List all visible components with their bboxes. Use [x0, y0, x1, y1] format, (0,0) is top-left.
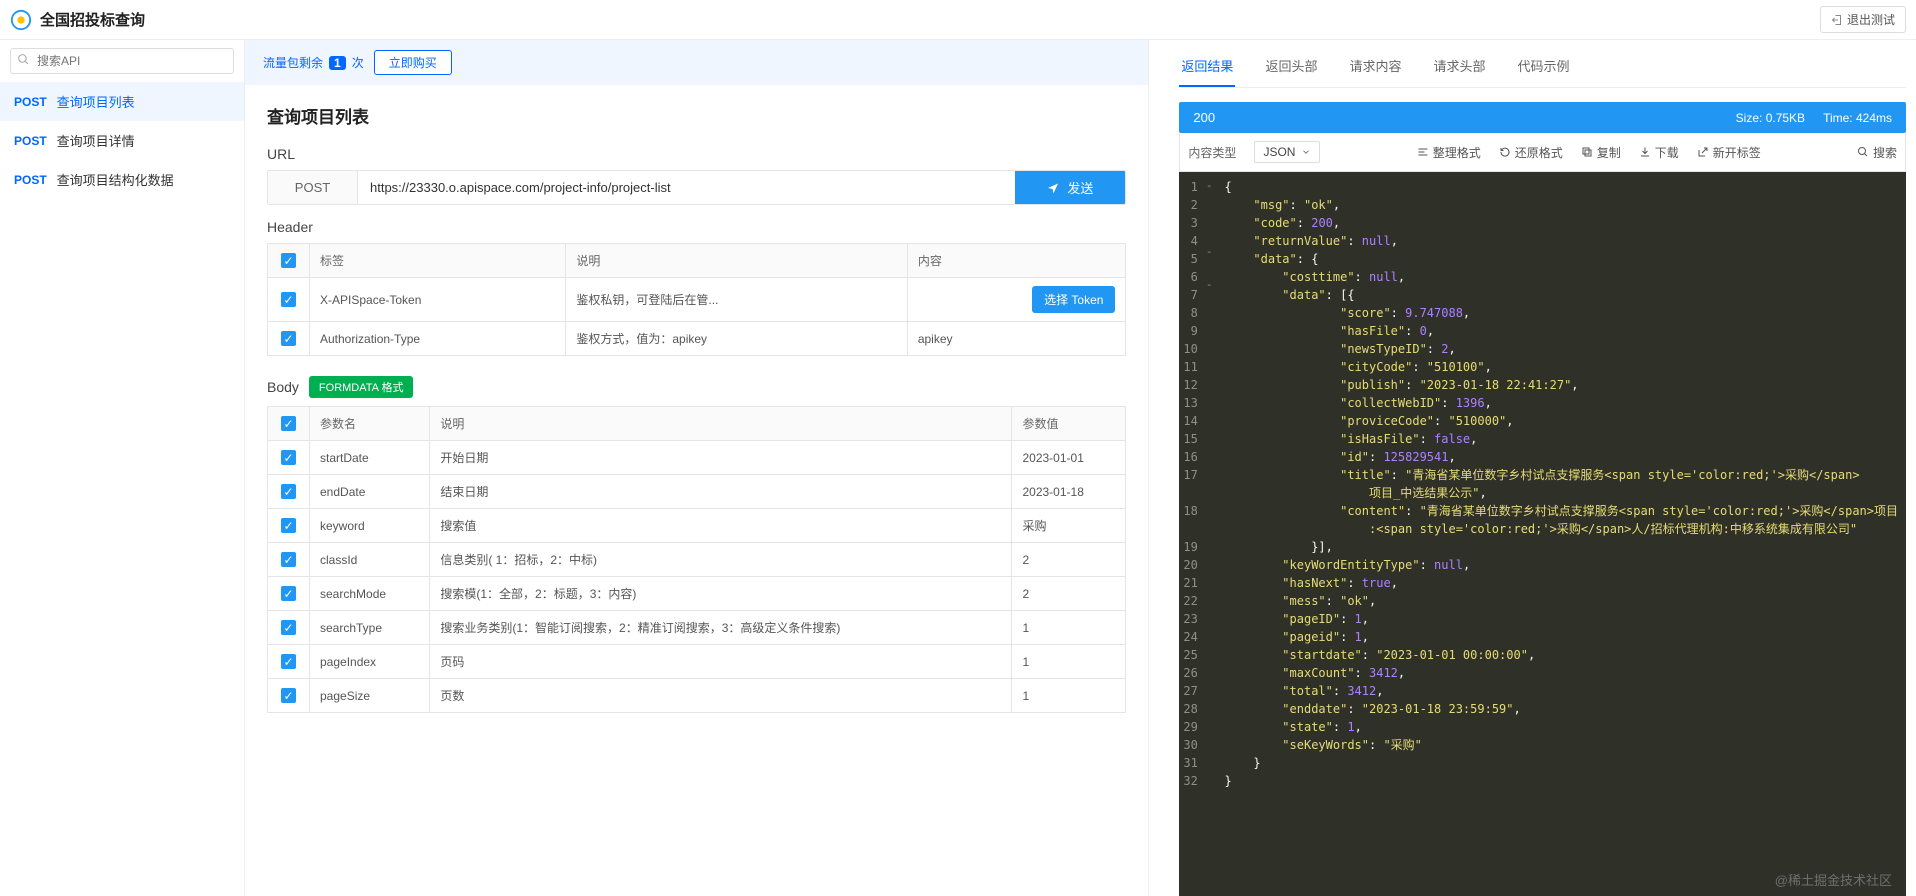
exit-debug-button[interactable]: 退出测试: [1820, 6, 1906, 33]
quota-bar: 流量包剩余 1 次 立即购买: [245, 40, 1148, 85]
download-icon: [1639, 146, 1651, 158]
row-checkbox[interactable]: ✓: [281, 484, 296, 499]
response-panel: 返回结果 返回头部 请求内容 请求头部 代码示例 200 Size: 0.75K…: [1149, 40, 1916, 896]
copy-button[interactable]: 复制: [1581, 144, 1621, 161]
url-section-label: URL: [267, 146, 1126, 162]
tab-resp-headers[interactable]: 返回头部: [1263, 46, 1319, 87]
table-row: ✓ pageIndex页码1: [268, 645, 1126, 679]
sidebar-item-project-list[interactable]: POST 查询项目列表: [0, 82, 244, 121]
table-row: ✓ endDate结束日期2023-01-18: [268, 475, 1126, 509]
page-title: 查询项目列表: [267, 103, 1126, 128]
body-check-all[interactable]: ✓: [281, 416, 296, 431]
sidebar-item-project-detail[interactable]: POST 查询项目详情: [0, 121, 244, 160]
response-toolbar: 内容类型 JSON 整理格式 还原格式 复制 下载 新开标签 搜索: [1179, 133, 1906, 172]
select-token-button[interactable]: 选择 Token: [1032, 286, 1115, 313]
table-row: ✓ searchType搜索业务类别(1：智能订阅搜索，2：精准订阅搜索，3：高…: [268, 611, 1126, 645]
logo-icon: [10, 9, 32, 31]
format-badge: FORMDATA 格式: [309, 376, 414, 398]
tab-req-headers[interactable]: 请求头部: [1431, 46, 1487, 87]
row-checkbox[interactable]: ✓: [281, 688, 296, 703]
table-row: ✓ keyword搜索值采购: [268, 509, 1126, 543]
response-time: 424ms: [1856, 111, 1892, 125]
tab-req-body[interactable]: 请求内容: [1347, 46, 1403, 87]
app-title: 全国招投标查询: [40, 9, 145, 30]
row-checkbox[interactable]: ✓: [281, 552, 296, 567]
new-tab-button[interactable]: 新开标签: [1697, 144, 1761, 161]
search-response-button[interactable]: 搜索: [1857, 144, 1897, 161]
http-method: POST: [268, 171, 358, 204]
new-tab-icon: [1697, 146, 1709, 158]
status-bar: 200 Size: 0.75KB Time: 424ms: [1179, 102, 1906, 133]
table-row: ✓ X-APISpace-Token鉴权私钥，可登陆后在管... 选择 Toke…: [268, 278, 1126, 322]
copy-icon: [1581, 146, 1593, 158]
send-icon: [1047, 182, 1059, 194]
table-row: ✓ searchMode搜索模(1：全部，2：标题，3：内容)2: [268, 577, 1126, 611]
body-section-label: Body: [267, 379, 299, 395]
sidebar-item-label: 查询项目列表: [57, 92, 135, 111]
request-panel: 流量包剩余 1 次 立即购买 查询项目列表 URL POST 发送: [245, 40, 1149, 896]
status-code: 200: [1193, 110, 1215, 125]
sidebar-item-label: 查询项目详情: [57, 131, 135, 150]
row-checkbox[interactable]: ✓: [281, 331, 296, 346]
format-icon: [1417, 146, 1429, 158]
exit-icon: [1831, 14, 1843, 26]
quota-count: 1: [329, 56, 346, 70]
row-checkbox[interactable]: ✓: [281, 450, 296, 465]
row-checkbox[interactable]: ✓: [281, 518, 296, 533]
table-row: ✓ startDate开始日期2023-01-01: [268, 441, 1126, 475]
search-icon: [17, 53, 30, 69]
row-checkbox[interactable]: ✓: [281, 620, 296, 635]
table-row: ✓ classId信息类别( 1：招标，2：中标)2: [268, 543, 1126, 577]
row-checkbox[interactable]: ✓: [281, 654, 296, 669]
format-button[interactable]: 整理格式: [1417, 144, 1481, 161]
response-tabs: 返回结果 返回头部 请求内容 请求头部 代码示例: [1179, 46, 1906, 88]
send-button[interactable]: 发送: [1015, 171, 1125, 204]
header-section-label: Header: [267, 219, 1126, 235]
tab-result[interactable]: 返回结果: [1179, 46, 1235, 87]
search-api-input[interactable]: [10, 48, 234, 74]
table-row: ✓ pageSize页数1: [268, 679, 1126, 713]
tab-code-sample[interactable]: 代码示例: [1515, 46, 1571, 87]
download-button[interactable]: 下载: [1639, 144, 1679, 161]
headers-table: ✓ 标签 说明 内容 ✓ X-APISpace-Token鉴权私钥，可登陆后在管…: [267, 243, 1126, 356]
restore-button[interactable]: 还原格式: [1499, 144, 1563, 161]
search-icon: [1857, 146, 1869, 158]
table-row: ✓ Authorization-Type鉴权方式，值为：apikey apike…: [268, 322, 1126, 356]
chevron-down-icon: [1301, 147, 1311, 157]
response-code[interactable]: 1 2 3 4 5 6 7 8 9 10 11 12 13 14 15 16 1…: [1179, 172, 1906, 896]
restore-icon: [1499, 146, 1511, 158]
watermark: @稀土掘金技术社区: [1775, 871, 1892, 891]
row-checkbox[interactable]: ✓: [281, 292, 296, 307]
buy-now-button[interactable]: 立即购买: [374, 50, 452, 75]
header-check-all[interactable]: ✓: [281, 253, 296, 268]
body-params-table: ✓ 参数名 说明 参数值 ✓ startDate开始日期2023-01-01✓ …: [267, 406, 1126, 713]
row-checkbox[interactable]: ✓: [281, 586, 296, 601]
topbar: 全国招投标查询 退出测试: [0, 0, 1916, 40]
sidebar-item-project-struct[interactable]: POST 查询项目结构化数据: [0, 160, 244, 199]
response-size: 0.75KB: [1766, 111, 1805, 125]
sidebar-item-label: 查询项目结构化数据: [57, 170, 174, 189]
sidebar: POST 查询项目列表 POST 查询项目详情 POST 查询项目结构化数据: [0, 40, 245, 896]
url-input[interactable]: [358, 171, 1015, 204]
content-type-select[interactable]: JSON: [1254, 141, 1320, 163]
